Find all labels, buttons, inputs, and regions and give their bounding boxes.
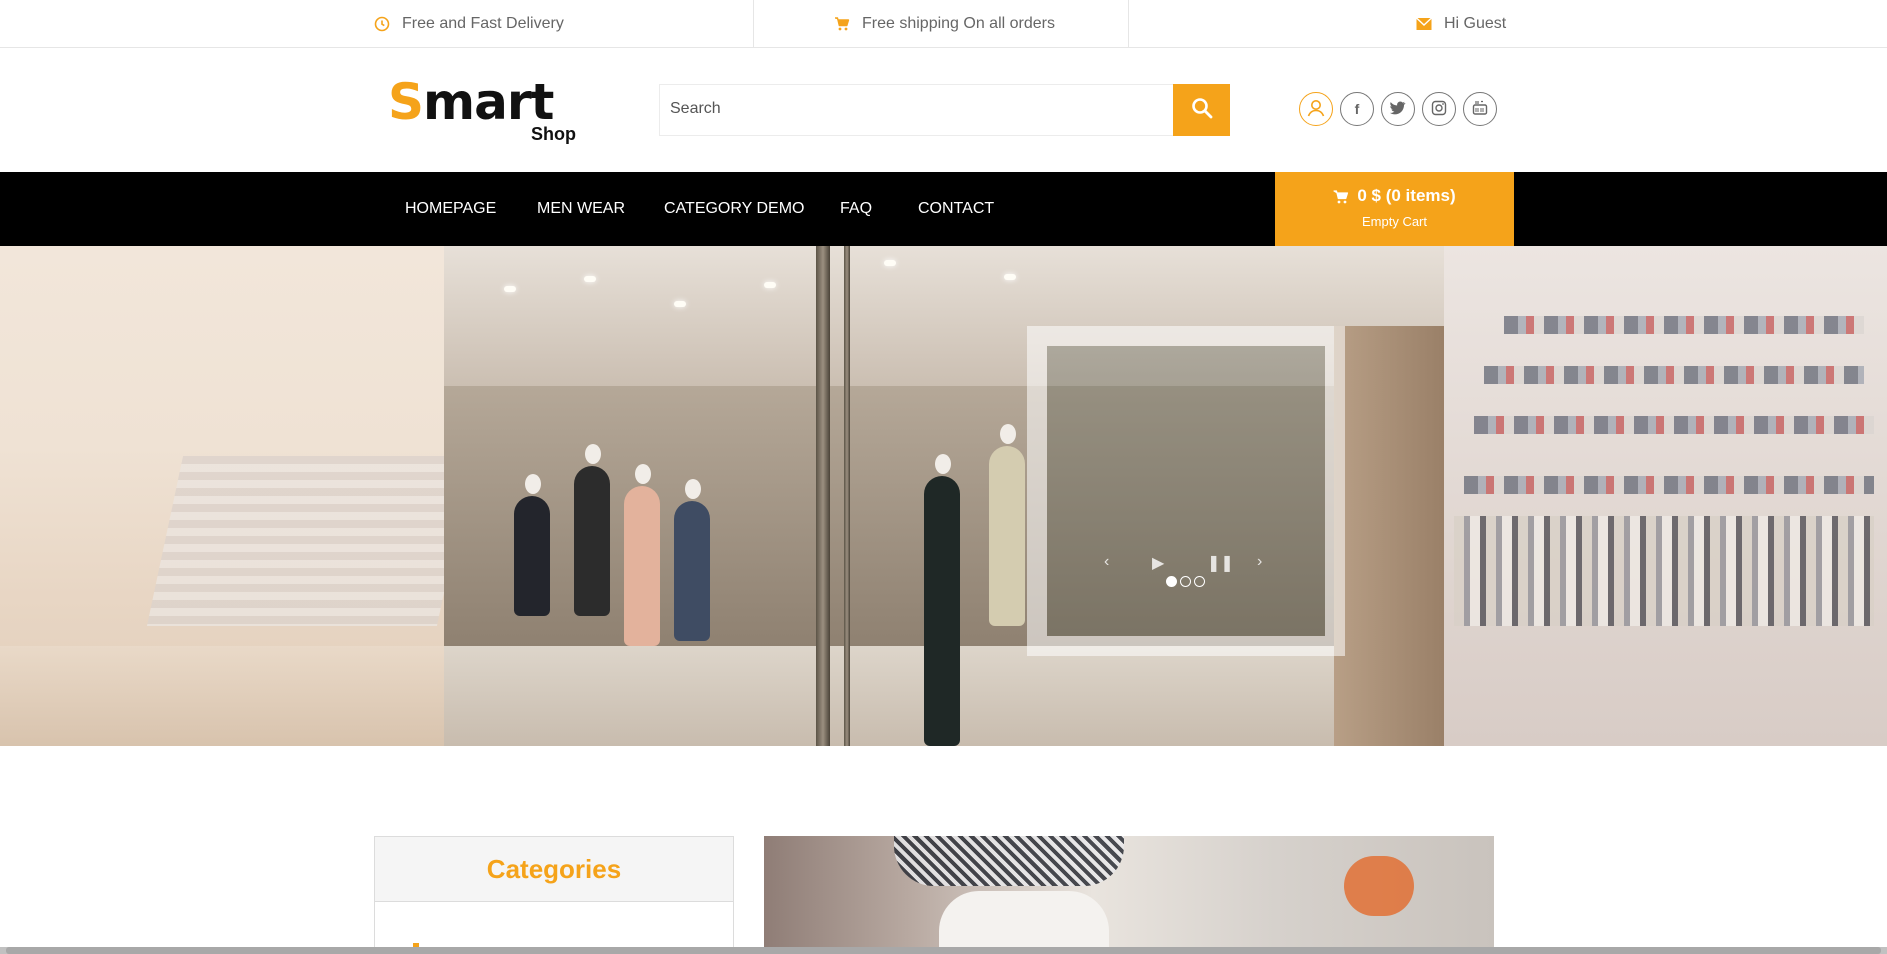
cart-button[interactable]: 0 $ (0 items) Empty Cart: [1275, 172, 1514, 246]
scrollbar-thumb[interactable]: [6, 947, 1881, 954]
youtube-link[interactable]: [1463, 92, 1497, 126]
divider: [1128, 0, 1129, 48]
shelf-image: [1504, 316, 1864, 334]
cart-icon: [834, 16, 850, 32]
shipping-info: Free shipping On all orders: [834, 0, 1055, 48]
model-coat-image: [1334, 326, 1444, 746]
slide-dot[interactable]: [1166, 576, 1177, 587]
ceiling-light: [1004, 274, 1016, 280]
search-bar: Search: [659, 84, 1230, 136]
ceiling-light: [584, 276, 596, 282]
envelope-icon: [1416, 16, 1432, 32]
pause-button[interactable]: ❚❚: [1207, 553, 1234, 573]
shelf-image: [1474, 416, 1874, 434]
top-info-bar: Free and Fast Delivery Free shipping On …: [0, 0, 1887, 48]
categories-title: Categories: [375, 837, 733, 902]
mannequin-image: [674, 479, 710, 641]
floor-image: [0, 646, 444, 746]
background-object-image: [1344, 856, 1414, 916]
previous-slide-button[interactable]: ‹: [1104, 553, 1109, 571]
ceiling-light: [504, 286, 516, 292]
greeting-text: Hi Guest: [1444, 15, 1507, 32]
delivery-text: Free and Fast Delivery: [402, 15, 564, 32]
mannequin-image: [514, 474, 550, 616]
clock-icon: [374, 16, 390, 32]
divider: [753, 0, 754, 48]
search-button[interactable]: [1173, 84, 1230, 136]
slide-preview-next: [1444, 246, 1887, 746]
mannequin-image: [924, 454, 960, 746]
display-window-image: [1047, 346, 1325, 636]
facebook-link[interactable]: f: [1340, 92, 1374, 126]
next-slide-button[interactable]: ›: [1257, 553, 1262, 571]
twitter-icon: [1390, 101, 1406, 118]
guest-greeting[interactable]: Hi Guest: [1416, 0, 1506, 48]
categories-panel: Categories: [374, 836, 734, 954]
slide-preview-previous: [0, 246, 474, 746]
houndstooth-fabric-image: [894, 836, 1124, 886]
nav-homepage[interactable]: HOMEPAGE: [405, 172, 496, 246]
logo-subtitle: Shop: [531, 124, 576, 144]
staircase-image: [146, 456, 474, 626]
account-button[interactable]: [1299, 92, 1333, 126]
slider-pagination: [1166, 576, 1205, 587]
shelf-image: [1484, 366, 1864, 384]
glass-door-frame: [816, 246, 830, 746]
mannequin-image: [624, 464, 660, 646]
hero-slider: ‹ ▶ ❚❚ ›: [0, 246, 1887, 746]
ceiling-light: [674, 301, 686, 307]
cart-summary: 0 $ (0 items): [1275, 186, 1514, 206]
cart-status: Empty Cart: [1361, 214, 1427, 229]
user-icon: [1305, 97, 1327, 122]
cart-icon: [1333, 189, 1349, 204]
instagram-link[interactable]: [1422, 92, 1456, 126]
clothing-rack-image: [1454, 516, 1874, 626]
slide-dot[interactable]: [1194, 576, 1205, 587]
search-icon: [1191, 97, 1213, 124]
site-logo[interactable]: Smart Shop: [388, 74, 578, 146]
mannequin-image: [989, 424, 1025, 626]
delivery-info: Free and Fast Delivery: [374, 0, 564, 48]
site-header: Smart Shop Search f: [0, 48, 1887, 172]
glass-door-frame: [844, 246, 850, 746]
mannequin-image: [574, 444, 610, 616]
promo-banner[interactable]: [764, 836, 1494, 954]
slide-overlay-frame: [1027, 326, 1345, 656]
shelf-image: [1464, 476, 1874, 494]
twitter-link[interactable]: [1381, 92, 1415, 126]
search-input[interactable]: Search: [670, 100, 721, 118]
nav-category-demo[interactable]: CATEGORY DEMO: [664, 172, 804, 246]
logo-wordmark: Smart: [388, 73, 554, 131]
facebook-icon: f: [1354, 101, 1360, 117]
sneaker-image: [939, 891, 1109, 954]
nav-contact[interactable]: CONTACT: [918, 172, 994, 246]
shipping-text: Free shipping On all orders: [862, 15, 1055, 32]
cart-total: 0 $ (0 items): [1357, 186, 1456, 205]
nav-men-wear[interactable]: MEN WEAR: [537, 172, 625, 246]
play-button[interactable]: ▶: [1152, 553, 1164, 573]
youtube-icon: [1472, 100, 1488, 119]
slide-dot[interactable]: [1180, 576, 1191, 587]
instagram-icon: [1431, 100, 1447, 119]
nav-faq[interactable]: FAQ: [840, 172, 872, 246]
ceiling-light: [764, 282, 776, 288]
horizontal-scrollbar[interactable]: [0, 947, 1887, 954]
ceiling-light: [884, 260, 896, 266]
main-navigation: HOMEPAGE MEN WEAR CATEGORY DEMO FAQ CONT…: [0, 172, 1887, 246]
